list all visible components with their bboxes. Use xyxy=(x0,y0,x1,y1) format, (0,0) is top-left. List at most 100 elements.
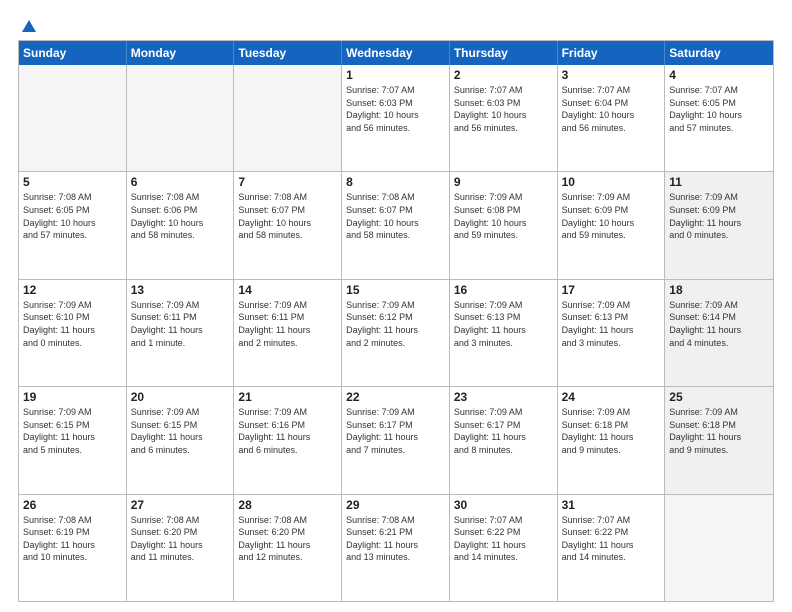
day-info: Sunrise: 7:08 AM Sunset: 6:05 PM Dayligh… xyxy=(23,191,122,241)
cal-cell: 18 Sunrise: 7:09 AM Sunset: 6:14 PM Dayli… xyxy=(665,280,773,386)
day-info: Sunrise: 7:08 AM Sunset: 6:20 PM Dayligh… xyxy=(238,514,337,564)
cal-cell: 28Sunrise: 7:08 AM Sunset: 6:20 PM Dayli… xyxy=(234,495,342,601)
header-cell-saturday: Saturday xyxy=(665,41,773,65)
week-row-5: 26 Sunrise: 7:08 AM Sunset: 6:19 PM Dayli… xyxy=(19,494,773,601)
day-number: 29 xyxy=(346,498,445,512)
day-number: 13 xyxy=(131,283,230,297)
logo-icon xyxy=(20,18,38,36)
day-info: Sunrise: 7:09 AM Sunset: 6:13 PM Dayligh… xyxy=(454,299,553,349)
day-number: 11 xyxy=(669,175,769,189)
day-info: Sunrise: 7:07 AM Sunset: 6:05 PM Dayligh… xyxy=(669,84,769,134)
day-number: 16 xyxy=(454,283,553,297)
cal-cell: 26 Sunrise: 7:08 AM Sunset: 6:19 PM Dayli… xyxy=(19,495,127,601)
header-cell-tuesday: Tuesday xyxy=(234,41,342,65)
cal-cell xyxy=(19,65,127,171)
day-number: 7 xyxy=(238,175,337,189)
week-row-3: 12Sunrise: 7:09 AM Sunset: 6:10 PM Dayli… xyxy=(19,279,773,386)
cal-cell xyxy=(665,495,773,601)
day-info: Sunrise: 7:09 AM Sunset: 6:12 PM Dayligh… xyxy=(346,299,445,349)
day-number: 3 xyxy=(562,68,661,82)
day-info: Sunrise: 7:07 AM Sunset: 6:03 PM Dayligh… xyxy=(346,84,445,134)
day-info: Sunrise: 7:08 AM Sunset: 6:07 PM Dayligh… xyxy=(238,191,337,241)
cal-cell: 27 Sunrise: 7:08 AM Sunset: 6:20 PM Dayli… xyxy=(127,495,235,601)
calendar-header: SundayMondayTuesdayWednesdayThursdayFrid… xyxy=(19,41,773,65)
day-info: Sunrise: 7:09 AM Sunset: 6:17 PM Dayligh… xyxy=(454,406,553,456)
cal-cell: 15Sunrise: 7:09 AM Sunset: 6:12 PM Dayli… xyxy=(342,280,450,386)
header-cell-monday: Monday xyxy=(127,41,235,65)
day-info: Sunrise: 7:07 AM Sunset: 6:04 PM Dayligh… xyxy=(562,84,661,134)
day-info: Sunrise: 7:09 AM Sunset: 6:18 PM Dayligh… xyxy=(669,406,769,456)
cal-cell: 29 Sunrise: 7:08 AM Sunset: 6:21 PM Dayli… xyxy=(342,495,450,601)
day-number: 6 xyxy=(131,175,230,189)
day-info: Sunrise: 7:08 AM Sunset: 6:19 PM Dayligh… xyxy=(23,514,122,564)
day-number: 20 xyxy=(131,390,230,404)
cal-cell: 17Sunrise: 7:09 AM Sunset: 6:13 PM Dayli… xyxy=(558,280,666,386)
day-info: Sunrise: 7:08 AM Sunset: 6:06 PM Dayligh… xyxy=(131,191,230,241)
cal-cell: 2 Sunrise: 7:07 AM Sunset: 6:03 PM Daylig… xyxy=(450,65,558,171)
day-info: Sunrise: 7:09 AM Sunset: 6:15 PM Dayligh… xyxy=(131,406,230,456)
day-number: 25 xyxy=(669,390,769,404)
day-number: 22 xyxy=(346,390,445,404)
header-cell-sunday: Sunday xyxy=(19,41,127,65)
day-number: 2 xyxy=(454,68,553,82)
day-number: 31 xyxy=(562,498,661,512)
cal-cell: 25 Sunrise: 7:09 AM Sunset: 6:18 PM Dayli… xyxy=(665,387,773,493)
cal-cell: 8Sunrise: 7:08 AM Sunset: 6:07 PM Daylig… xyxy=(342,172,450,278)
day-info: Sunrise: 7:09 AM Sunset: 6:10 PM Dayligh… xyxy=(23,299,122,349)
day-info: Sunrise: 7:07 AM Sunset: 6:22 PM Dayligh… xyxy=(562,514,661,564)
cal-cell: 23 Sunrise: 7:09 AM Sunset: 6:17 PM Dayli… xyxy=(450,387,558,493)
cal-cell: 14 Sunrise: 7:09 AM Sunset: 6:11 PM Dayli… xyxy=(234,280,342,386)
day-info: Sunrise: 7:09 AM Sunset: 6:18 PM Dayligh… xyxy=(562,406,661,456)
day-info: Sunrise: 7:07 AM Sunset: 6:03 PM Dayligh… xyxy=(454,84,553,134)
cal-cell xyxy=(234,65,342,171)
day-info: Sunrise: 7:09 AM Sunset: 6:09 PM Dayligh… xyxy=(562,191,661,241)
cal-cell: 21Sunrise: 7:09 AM Sunset: 6:16 PM Dayli… xyxy=(234,387,342,493)
cal-cell: 12Sunrise: 7:09 AM Sunset: 6:10 PM Dayli… xyxy=(19,280,127,386)
day-number: 1 xyxy=(346,68,445,82)
day-info: Sunrise: 7:08 AM Sunset: 6:21 PM Dayligh… xyxy=(346,514,445,564)
day-number: 21 xyxy=(238,390,337,404)
logo xyxy=(18,18,38,32)
day-info: Sunrise: 7:09 AM Sunset: 6:09 PM Dayligh… xyxy=(669,191,769,241)
day-info: Sunrise: 7:09 AM Sunset: 6:11 PM Dayligh… xyxy=(238,299,337,349)
day-number: 23 xyxy=(454,390,553,404)
day-number: 14 xyxy=(238,283,337,297)
cal-cell: 13 Sunrise: 7:09 AM Sunset: 6:11 PM Dayli… xyxy=(127,280,235,386)
header-cell-thursday: Thursday xyxy=(450,41,558,65)
day-number: 17 xyxy=(562,283,661,297)
cal-cell: 4Sunrise: 7:07 AM Sunset: 6:05 PM Daylig… xyxy=(665,65,773,171)
cal-cell: 16 Sunrise: 7:09 AM Sunset: 6:13 PM Dayli… xyxy=(450,280,558,386)
day-number: 5 xyxy=(23,175,122,189)
day-info: Sunrise: 7:07 AM Sunset: 6:22 PM Dayligh… xyxy=(454,514,553,564)
cal-cell: 11 Sunrise: 7:09 AM Sunset: 6:09 PM Dayli… xyxy=(665,172,773,278)
week-row-4: 19 Sunrise: 7:09 AM Sunset: 6:15 PM Dayli… xyxy=(19,386,773,493)
day-info: Sunrise: 7:09 AM Sunset: 6:11 PM Dayligh… xyxy=(131,299,230,349)
cal-cell: 24 Sunrise: 7:09 AM Sunset: 6:18 PM Dayli… xyxy=(558,387,666,493)
day-number: 19 xyxy=(23,390,122,404)
header-cell-wednesday: Wednesday xyxy=(342,41,450,65)
day-number: 9 xyxy=(454,175,553,189)
week-row-1: 1 Sunrise: 7:07 AM Sunset: 6:03 PM Daylig… xyxy=(19,65,773,171)
day-number: 10 xyxy=(562,175,661,189)
day-number: 24 xyxy=(562,390,661,404)
header-cell-friday: Friday xyxy=(558,41,666,65)
cal-cell: 22Sunrise: 7:09 AM Sunset: 6:17 PM Dayli… xyxy=(342,387,450,493)
calendar: SundayMondayTuesdayWednesdayThursdayFrid… xyxy=(18,40,774,602)
cal-cell: 6 Sunrise: 7:08 AM Sunset: 6:06 PM Daylig… xyxy=(127,172,235,278)
day-number: 18 xyxy=(669,283,769,297)
calendar-body: 1 Sunrise: 7:07 AM Sunset: 6:03 PM Daylig… xyxy=(19,65,773,601)
cal-cell xyxy=(127,65,235,171)
cal-cell: 9 Sunrise: 7:09 AM Sunset: 6:08 PM Daylig… xyxy=(450,172,558,278)
day-info: Sunrise: 7:09 AM Sunset: 6:14 PM Dayligh… xyxy=(669,299,769,349)
cal-cell: 30Sunrise: 7:07 AM Sunset: 6:22 PM Dayli… xyxy=(450,495,558,601)
day-number: 26 xyxy=(23,498,122,512)
day-info: Sunrise: 7:08 AM Sunset: 6:20 PM Dayligh… xyxy=(131,514,230,564)
header xyxy=(18,18,774,32)
day-info: Sunrise: 7:09 AM Sunset: 6:08 PM Dayligh… xyxy=(454,191,553,241)
cal-cell: 31 Sunrise: 7:07 AM Sunset: 6:22 PM Dayli… xyxy=(558,495,666,601)
day-number: 8 xyxy=(346,175,445,189)
cal-cell: 5 Sunrise: 7:08 AM Sunset: 6:05 PM Daylig… xyxy=(19,172,127,278)
cal-cell: 7 Sunrise: 7:08 AM Sunset: 6:07 PM Daylig… xyxy=(234,172,342,278)
cal-cell: 3 Sunrise: 7:07 AM Sunset: 6:04 PM Daylig… xyxy=(558,65,666,171)
day-number: 27 xyxy=(131,498,230,512)
